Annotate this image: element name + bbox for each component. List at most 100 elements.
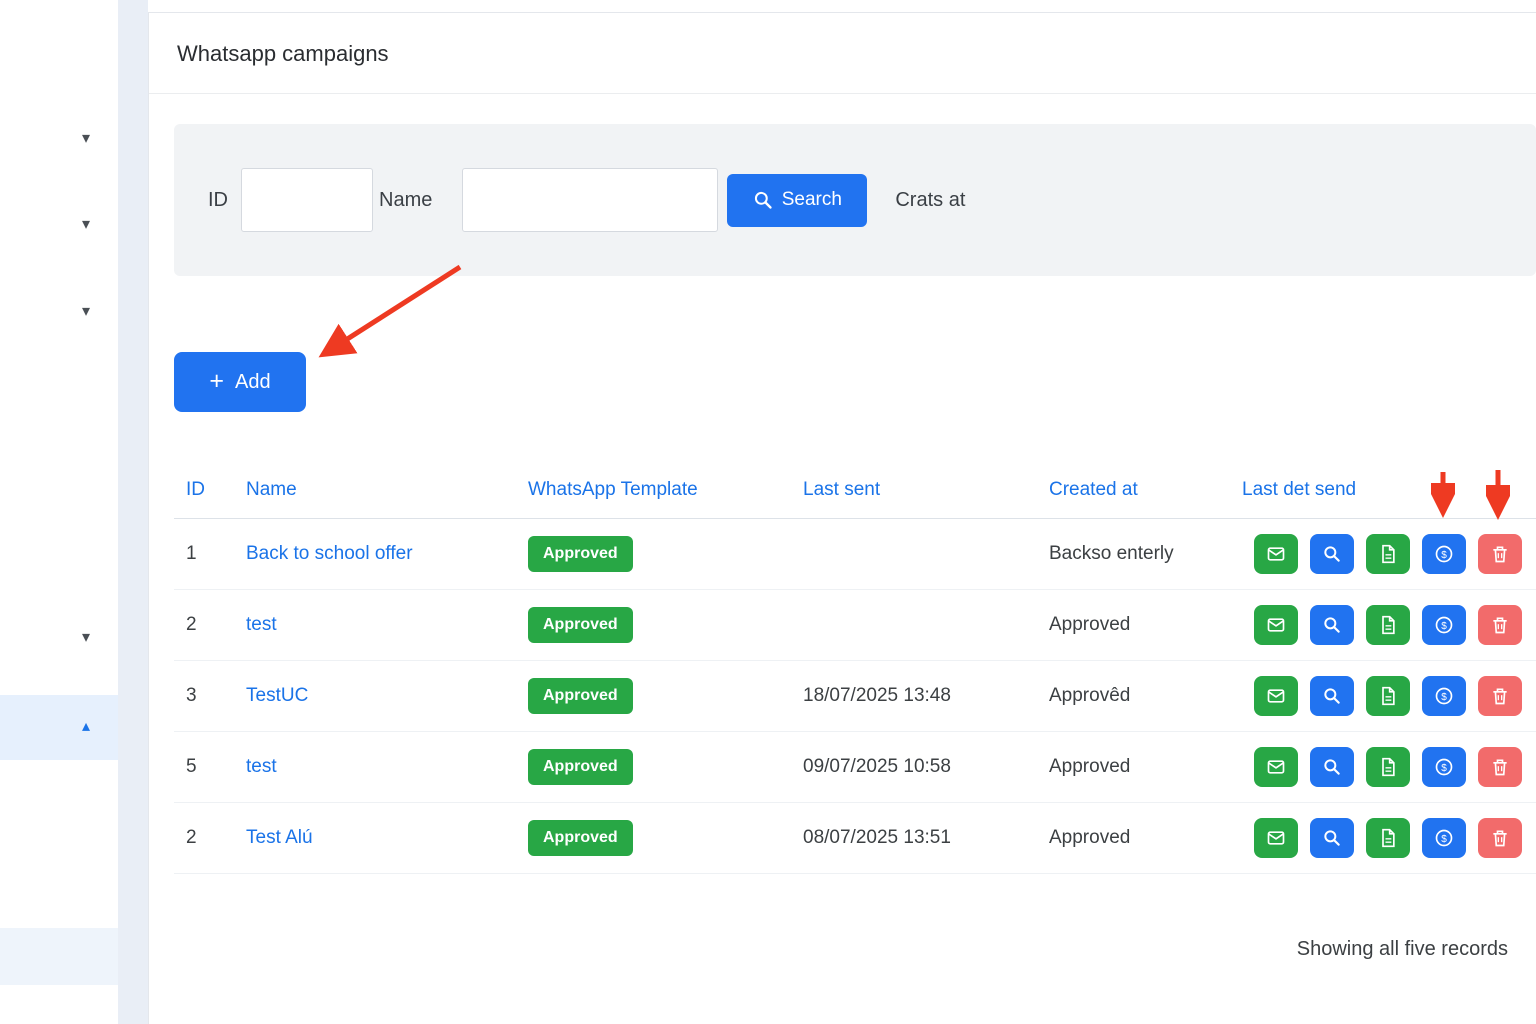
- trash-icon: [1490, 686, 1510, 706]
- add-button-label: Add: [235, 370, 271, 393]
- campaign-name-link[interactable]: Back to school offer: [246, 543, 413, 564]
- cell-id: 2: [186, 827, 197, 848]
- page-title: Whatsapp campaigns: [149, 13, 1536, 94]
- chevron-down-icon[interactable]: ▾: [82, 217, 90, 233]
- col-header-id[interactable]: ID: [174, 479, 234, 501]
- records-summary: Showing all five records: [1296, 938, 1508, 960]
- trash-icon: [1490, 828, 1510, 848]
- dollar-circle-icon: $: [1434, 544, 1454, 564]
- col-header-template[interactable]: WhatsApp Template: [516, 479, 791, 501]
- cell-id: 5: [186, 756, 197, 777]
- sidebar-active-highlight: [0, 695, 118, 760]
- document-icon: [1378, 757, 1398, 777]
- trash-icon: [1490, 615, 1510, 635]
- delete-button[interactable]: [1478, 605, 1522, 645]
- search-button[interactable]: Search: [727, 173, 868, 227]
- sidebar: ▾ ▾ ▾ ▾ ▴: [0, 0, 118, 1024]
- search-button-label: Search: [781, 189, 842, 210]
- id-filter-label: ID: [208, 188, 228, 211]
- dollar-circle-icon: $: [1434, 828, 1454, 848]
- envelope-icon: [1266, 757, 1286, 777]
- table-row: 3 TestUC Approved 18/07/2025 13:48 Appro…: [174, 661, 1536, 732]
- table-row: 1 Back to school offer Approved Backso e…: [174, 519, 1536, 590]
- delete-button[interactable]: [1478, 747, 1522, 787]
- chevron-up-icon[interactable]: ▴: [82, 719, 90, 735]
- col-header-last-det-send[interactable]: Last det send: [1230, 479, 1536, 501]
- cell-id: 3: [186, 685, 197, 706]
- search-icon: [1322, 544, 1342, 564]
- view-details-button[interactable]: [1310, 818, 1354, 858]
- template-status-badge: Approved: [528, 820, 633, 856]
- template-status-badge: Approved: [528, 536, 633, 572]
- envelope-icon: [1266, 686, 1286, 706]
- chevron-down-icon[interactable]: ▾: [82, 630, 90, 646]
- billing-button[interactable]: $: [1422, 534, 1466, 574]
- billing-button[interactable]: $: [1422, 818, 1466, 858]
- template-status-badge: Approved: [528, 749, 633, 785]
- view-details-button[interactable]: [1310, 534, 1354, 574]
- document-icon: [1378, 828, 1398, 848]
- campaigns-table: ID Name WhatsApp Template Last sent Crea…: [174, 461, 1536, 874]
- id-filter-input[interactable]: [241, 168, 373, 232]
- table-row: 5 test Approved 09/07/2025 10:58 Approve…: [174, 732, 1536, 803]
- message-button[interactable]: [1254, 676, 1298, 716]
- campaign-name-link[interactable]: test: [246, 614, 277, 635]
- cell-id: 2: [186, 614, 197, 635]
- message-button[interactable]: [1254, 605, 1298, 645]
- template-status-badge: Approved: [528, 678, 633, 714]
- col-header-last-sent[interactable]: Last sent: [791, 479, 1037, 501]
- campaign-name-link[interactable]: TestUC: [246, 685, 308, 706]
- chevron-down-icon[interactable]: ▾: [82, 131, 90, 147]
- table-header-row: ID Name WhatsApp Template Last sent Crea…: [174, 461, 1536, 519]
- table-row: 2 Test Alú Approved 08/07/2025 13:51 App…: [174, 803, 1536, 874]
- report-button[interactable]: [1366, 747, 1410, 787]
- cell-actions: $: [1230, 818, 1536, 858]
- billing-button[interactable]: $: [1422, 605, 1466, 645]
- table-row: 2 test Approved Approved $: [174, 590, 1536, 661]
- envelope-icon: [1266, 544, 1286, 564]
- view-details-button[interactable]: [1310, 747, 1354, 787]
- col-header-created-at[interactable]: Created at: [1037, 479, 1230, 501]
- view-details-button[interactable]: [1310, 605, 1354, 645]
- filter-panel: ID Name Search Crats at: [174, 124, 1536, 276]
- search-icon: [753, 190, 773, 210]
- cell-actions: $: [1230, 676, 1536, 716]
- view-details-button[interactable]: [1310, 676, 1354, 716]
- cell-created-at: Approved: [1049, 614, 1131, 635]
- document-icon: [1378, 686, 1398, 706]
- svg-text:$: $: [1441, 763, 1447, 774]
- delete-button[interactable]: [1478, 818, 1522, 858]
- plus-icon: +: [209, 366, 224, 395]
- message-button[interactable]: [1254, 747, 1298, 787]
- add-campaign-button[interactable]: + Add: [174, 352, 306, 412]
- campaign-name-link[interactable]: test: [246, 756, 277, 777]
- document-icon: [1378, 544, 1398, 564]
- sidebar-hover-highlight: [0, 928, 118, 985]
- envelope-icon: [1266, 615, 1286, 635]
- dollar-circle-icon: $: [1434, 615, 1454, 635]
- report-button[interactable]: [1366, 818, 1410, 858]
- report-button[interactable]: [1366, 676, 1410, 716]
- col-header-name[interactable]: Name: [234, 479, 516, 501]
- billing-button[interactable]: $: [1422, 676, 1466, 716]
- report-button[interactable]: [1366, 534, 1410, 574]
- cell-last-sent: 08/07/2025 13:51: [803, 827, 951, 848]
- message-button[interactable]: [1254, 534, 1298, 574]
- svg-text:$: $: [1441, 692, 1447, 703]
- message-button[interactable]: [1254, 818, 1298, 858]
- cell-created-at: Backso enterly: [1049, 543, 1174, 564]
- svg-text:$: $: [1441, 834, 1447, 845]
- name-filter-input[interactable]: [462, 168, 719, 232]
- campaign-name-link[interactable]: Test Alú: [246, 827, 313, 848]
- chevron-down-icon[interactable]: ▾: [82, 304, 90, 320]
- report-button[interactable]: [1366, 605, 1410, 645]
- search-icon: [1322, 757, 1342, 777]
- cell-actions: $: [1230, 605, 1536, 645]
- cell-last-sent: 18/07/2025 13:48: [803, 685, 951, 706]
- cell-last-sent: 09/07/2025 10:58: [803, 756, 951, 777]
- delete-button[interactable]: [1478, 676, 1522, 716]
- billing-button[interactable]: $: [1422, 747, 1466, 787]
- main-panel: Whatsapp campaigns ID Name Search Crats …: [148, 12, 1536, 1024]
- delete-button[interactable]: [1478, 534, 1522, 574]
- search-icon: [1322, 615, 1342, 635]
